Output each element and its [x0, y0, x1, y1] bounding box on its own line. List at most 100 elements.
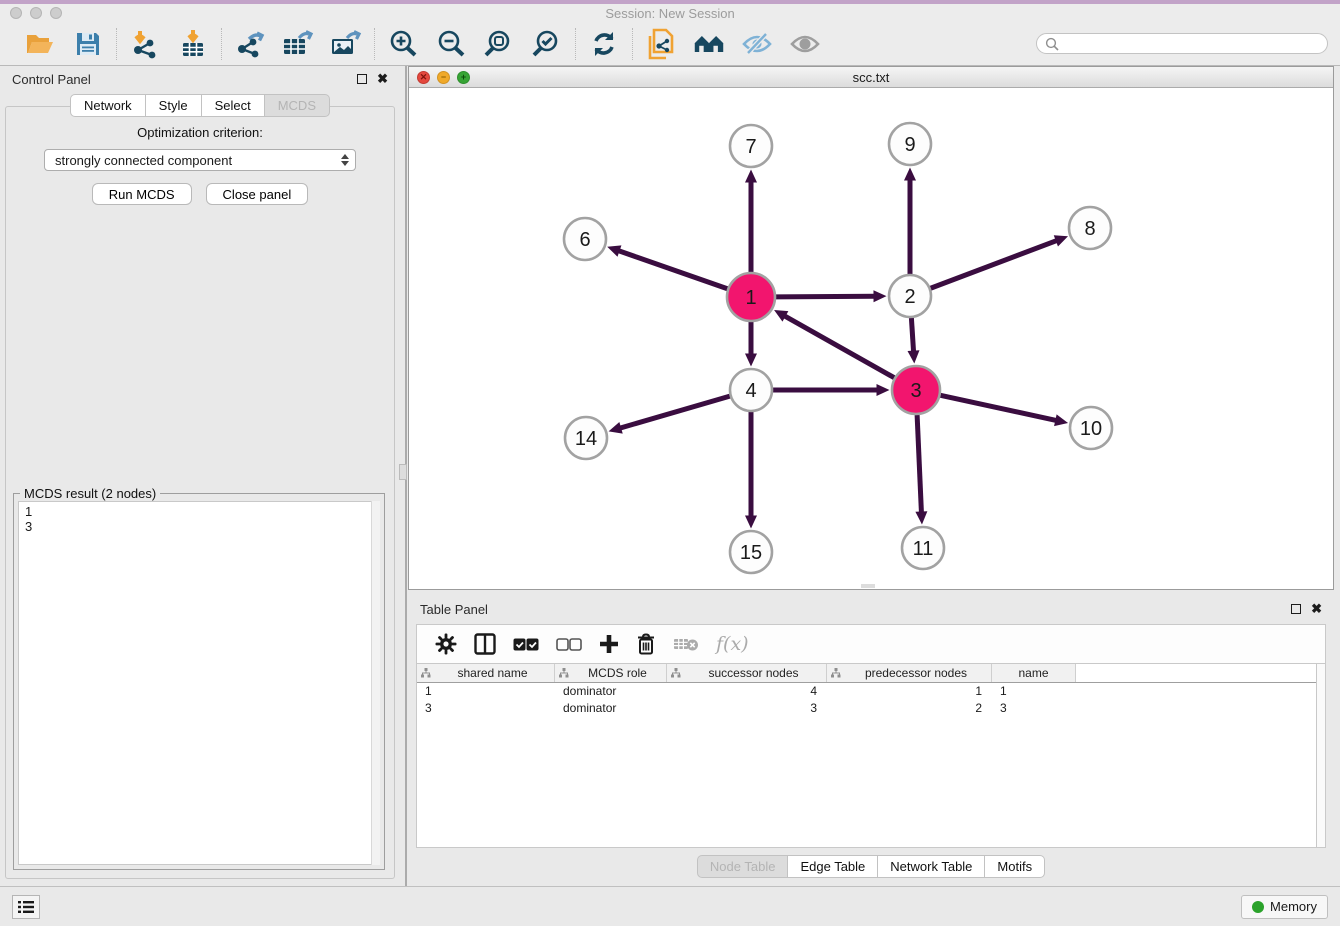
column-header-shared-name[interactable]: shared name — [417, 664, 555, 682]
node-label-10: 10 — [1080, 418, 1102, 440]
tab-style[interactable]: Style — [146, 94, 202, 117]
task-history-button[interactable] — [12, 895, 40, 919]
float-panel-icon[interactable] — [357, 74, 367, 84]
export-network-icon[interactable] — [234, 28, 266, 60]
list-icon — [18, 900, 34, 914]
edge-2-8[interactable] — [931, 240, 1058, 288]
mcds-result-text[interactable]: 1 3 — [18, 501, 380, 865]
cell-name[interactable]: 1 — [992, 683, 1076, 700]
cell-MCDS-role[interactable]: dominator — [555, 683, 667, 700]
column-header-name[interactable]: name — [992, 664, 1076, 682]
export-image-icon[interactable] — [330, 28, 362, 60]
delete-column-icon[interactable] — [636, 633, 656, 655]
cell-MCDS-role[interactable]: dominator — [555, 700, 667, 717]
memory-label: Memory — [1270, 899, 1317, 914]
node-label-7: 7 — [745, 136, 756, 158]
show-all-icon[interactable] — [789, 28, 821, 60]
network-graph[interactable]: 1234678910111415 — [409, 88, 1333, 589]
hide-selected-icon[interactable] — [741, 28, 773, 60]
close-panel-icon[interactable]: ✖ — [377, 74, 388, 84]
status-bar: Memory — [0, 886, 1340, 926]
column-header-predecessor-nodes[interactable]: predecessor nodes — [827, 664, 992, 682]
export-table-icon[interactable] — [282, 28, 314, 60]
search-box[interactable] — [1036, 33, 1328, 54]
node-label-1: 1 — [745, 287, 756, 309]
criterion-select[interactable]: strongly connected component — [44, 149, 356, 171]
function-builder-icon[interactable]: f(x) — [716, 633, 749, 655]
edge-3-10[interactable] — [940, 395, 1057, 420]
network-canvas[interactable]: 1234678910111415 — [409, 88, 1333, 589]
save-session-icon[interactable] — [72, 28, 104, 60]
close-panel-button[interactable]: Close panel — [206, 183, 309, 205]
edge-3-1[interactable] — [784, 315, 895, 377]
tab-edge-table[interactable]: Edge Table — [788, 855, 878, 878]
cell-name[interactable]: 3 — [992, 700, 1076, 717]
table-row[interactable]: 3dominator323 — [417, 700, 1325, 717]
table-scrollbar[interactable] — [1316, 664, 1325, 847]
split-columns-icon[interactable] — [474, 633, 496, 655]
deselect-checks-icon[interactable] — [556, 638, 582, 651]
table-panel: Table Panel ✖ — [408, 596, 1334, 886]
import-table-icon[interactable] — [177, 28, 209, 60]
tab-network[interactable]: Network — [70, 94, 146, 117]
zoom-fit-icon[interactable] — [483, 28, 515, 60]
result-scrollbar[interactable] — [371, 501, 380, 865]
edge-1-2[interactable] — [776, 296, 876, 297]
arrowhead-4-15 — [745, 516, 757, 529]
tab-motifs[interactable]: Motifs — [985, 855, 1045, 878]
zoom-selected-icon[interactable] — [531, 28, 563, 60]
column-header-MCDS-role[interactable]: MCDS role — [555, 664, 667, 682]
table-row[interactable]: 1dominator411 — [417, 683, 1325, 700]
edge-3-11[interactable] — [917, 415, 921, 514]
zoom-out-icon[interactable] — [435, 28, 467, 60]
control-panel: Control Panel ✖ NetworkStyleSelectMCDS O… — [0, 66, 400, 886]
network-window-titlebar[interactable]: ✕ − + scc.txt — [409, 67, 1333, 88]
canvas-grip[interactable] — [861, 584, 875, 588]
arrowhead-1-6 — [607, 245, 621, 256]
main-toolbar — [0, 22, 1340, 66]
close-table-panel-icon[interactable]: ✖ — [1311, 604, 1322, 614]
edge-4-14[interactable] — [619, 396, 730, 428]
import-network-icon[interactable] — [129, 28, 161, 60]
arrowhead-1-7 — [745, 170, 757, 183]
home-neighbors-icon[interactable] — [693, 28, 725, 60]
tab-network-table[interactable]: Network Table — [878, 855, 985, 878]
arrowhead-2-8 — [1054, 235, 1068, 246]
cell-predecessor-nodes[interactable]: 2 — [827, 700, 992, 717]
add-column-icon[interactable] — [599, 634, 619, 654]
node-table: shared nameMCDS rolesuccessor nodesprede… — [416, 664, 1326, 848]
select-stepper-icon — [341, 154, 349, 166]
search-input[interactable] — [1059, 37, 1319, 51]
refresh-icon[interactable] — [588, 28, 620, 60]
gear-icon[interactable] — [435, 633, 457, 655]
arrowhead-3-11 — [915, 511, 927, 524]
node-label-6: 6 — [579, 229, 590, 251]
edge-2-3[interactable] — [911, 318, 913, 353]
tab-node-table[interactable]: Node Table — [697, 855, 789, 878]
app-titlebar: Session: New Session — [0, 4, 1340, 22]
column-header-successor-nodes[interactable]: successor nodes — [667, 664, 827, 682]
cell-successor-nodes[interactable]: 4 — [667, 683, 827, 700]
open-session-icon[interactable] — [24, 28, 56, 60]
cell-shared-name[interactable]: 1 — [417, 683, 555, 700]
delete-table-icon[interactable] — [673, 636, 699, 652]
select-all-checks-icon[interactable] — [513, 638, 539, 651]
tab-mcds[interactable]: MCDS — [265, 94, 330, 117]
edge-1-6[interactable] — [618, 250, 728, 288]
memory-button[interactable]: Memory — [1241, 895, 1328, 919]
node-label-2: 2 — [904, 286, 915, 308]
run-mcds-button[interactable]: Run MCDS — [92, 183, 192, 205]
cell-predecessor-nodes[interactable]: 1 — [827, 683, 992, 700]
cell-successor-nodes[interactable]: 3 — [667, 700, 827, 717]
table-toolbar: f(x) — [416, 624, 1326, 664]
float-table-panel-icon[interactable] — [1291, 604, 1301, 614]
table-panel-title: Table Panel — [420, 602, 488, 617]
table-panel-tabs: Node TableEdge TableNetwork TableMotifs — [697, 855, 1045, 878]
node-label-15: 15 — [740, 542, 762, 564]
tab-select[interactable]: Select — [202, 94, 265, 117]
panel-divider-handle[interactable] — [399, 464, 407, 480]
zoom-in-icon[interactable] — [387, 28, 419, 60]
cell-shared-name[interactable]: 3 — [417, 700, 555, 717]
arrowhead-2-9 — [904, 168, 916, 181]
copy-network-icon[interactable] — [645, 28, 677, 60]
